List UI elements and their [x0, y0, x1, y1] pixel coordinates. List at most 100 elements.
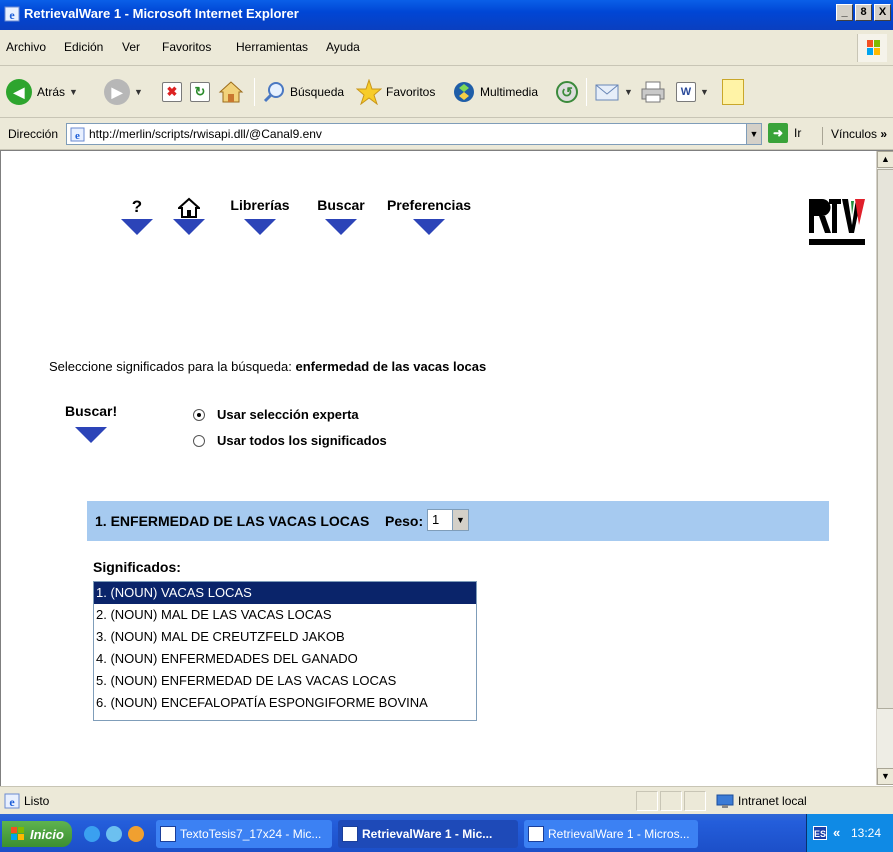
windows-logo-icon	[11, 827, 24, 840]
radio-expert-label: Usar selección experta	[217, 407, 359, 422]
menu-favoritos[interactable]: Favoritos	[162, 40, 211, 54]
list-item[interactable]: 5. (NOUN) ENFERMEDAD DE LAS VACAS LOCAS	[94, 670, 476, 692]
history-icon: ↺	[556, 81, 578, 103]
mail-icon	[595, 84, 619, 101]
print-button[interactable]	[640, 77, 666, 107]
term-header: 1. ENFERMEDAD DE LAS VACAS LOCAS Peso: 1…	[87, 501, 829, 541]
list-item[interactable]: 4. (NOUN) ENFERMEDADES DEL GANADO	[94, 648, 476, 670]
star-icon	[356, 79, 382, 105]
nav-arrow-icon	[325, 219, 357, 235]
mail-button[interactable]: ▼	[594, 77, 633, 107]
word-icon	[160, 826, 176, 842]
list-item[interactable]: 6. (NOUN) ENCEFALOPATÍA ESPONGIFORME BOV…	[94, 692, 476, 714]
ie-icon: e	[4, 6, 20, 22]
svg-text:e: e	[9, 8, 15, 22]
outlook-quicklaunch-icon[interactable]	[106, 826, 122, 842]
media-player-quicklaunch-icon[interactable]	[128, 826, 144, 842]
favorites-button[interactable]: Favoritos	[356, 77, 435, 107]
peso-select[interactable]: 1 ▼	[427, 509, 469, 531]
home-button[interactable]	[218, 77, 244, 107]
list-item[interactable]: 2. (NOUN) MAL DE LAS VACAS LOCAS	[94, 604, 476, 626]
nav-libraries[interactable]: Librerías	[227, 197, 293, 235]
search-label: Búsqueda	[290, 85, 345, 99]
nav-search[interactable]: Buscar	[313, 197, 369, 235]
nav-preferences[interactable]: Preferencias	[381, 197, 477, 235]
scroll-up-button[interactable]: ▲	[877, 151, 893, 168]
messenger-button[interactable]	[722, 77, 744, 107]
menu-archivo[interactable]: Archivo	[6, 40, 46, 54]
stop-button[interactable]: ✖	[162, 77, 182, 107]
maximize-button[interactable]: 8	[855, 4, 872, 21]
peso-label: Peso:	[385, 513, 424, 529]
radio-all-label: Usar todos los significados	[217, 433, 387, 448]
refresh-icon: ↻	[190, 82, 210, 102]
nav-help[interactable]: ?	[117, 197, 157, 235]
list-item[interactable]: 3. (NOUN) MAL DE CREUTZFELD JAKOB	[94, 626, 476, 648]
note-icon	[722, 79, 744, 105]
search-button[interactable]: Búsqueda	[262, 77, 344, 107]
radio-unchecked-icon	[193, 434, 205, 447]
nav-arrow-icon	[173, 219, 205, 235]
list-item[interactable]: 1. (NOUN) VACAS LOCAS	[94, 582, 476, 604]
forward-arrow-icon: ▶	[104, 79, 130, 105]
nav-home[interactable]	[169, 197, 209, 235]
nav-preferences-label: Preferencias	[386, 197, 472, 213]
vertical-scrollbar[interactable]: ▲ ▼	[876, 151, 893, 785]
media-button[interactable]: Multimedia	[452, 77, 538, 107]
home-icon	[169, 197, 209, 219]
peso-value: 1	[432, 512, 440, 527]
clock: 13:24	[851, 826, 882, 840]
buscar-arrow-icon	[75, 427, 108, 443]
menu-herramientas[interactable]: Herramientas	[236, 40, 308, 54]
language-indicator[interactable]: ES	[813, 826, 827, 840]
ie-icon	[342, 826, 358, 842]
go-arrow-icon: ➜	[768, 123, 788, 143]
refresh-button[interactable]: ↻	[190, 77, 210, 107]
history-button[interactable]: ↺	[556, 77, 578, 107]
radio-all-meanings[interactable]: Usar todos los significados	[193, 433, 387, 448]
search-prompt: Seleccione significados para la búsqueda…	[49, 359, 486, 374]
taskbar: Inicio TextoTesis7_17x24 - Mic... Retrie…	[0, 814, 893, 852]
start-button[interactable]: Inicio	[2, 821, 72, 847]
radio-checked-icon	[193, 408, 205, 421]
menu-ayuda[interactable]: Ayuda	[326, 40, 360, 54]
scroll-down-button[interactable]: ▼	[877, 768, 893, 785]
prompt-query: enfermedad de las vacas locas	[295, 359, 487, 374]
window-title: RetrievalWare 1 - Microsoft Internet Exp…	[24, 6, 299, 21]
ie-icon	[528, 826, 544, 842]
buscar-button[interactable]: Buscar!	[65, 403, 117, 443]
toolbar: ◀ Atrás ▼ ▶ ▼ ✖ ↻ Búsqueda Favoritos Mul…	[0, 66, 893, 118]
prompt-label: Seleccione significados para la búsqueda…	[49, 359, 292, 374]
task-button-ie-active[interactable]: RetrievalWare 1 - Mic...	[338, 820, 518, 848]
tray-expand-button[interactable]: «	[833, 825, 840, 840]
nav-arrow-icon	[413, 219, 445, 235]
minimize-button[interactable]: _	[836, 4, 853, 21]
menu-edicion[interactable]: Edición	[64, 40, 103, 54]
nav-arrow-icon	[244, 219, 276, 235]
radio-expert-selection[interactable]: Usar selección experta	[193, 407, 359, 422]
ie-quicklaunch-icon[interactable]	[84, 826, 100, 842]
close-button[interactable]: X	[874, 4, 891, 21]
significados-listbox[interactable]: 1. (NOUN) VACAS LOCAS 2. (NOUN) MAL DE L…	[93, 581, 477, 721]
go-button[interactable]: ➜ Ir	[768, 123, 801, 143]
title-bar: e RetrievalWare 1 - Microsoft Internet E…	[0, 0, 893, 30]
address-label: Dirección	[8, 127, 59, 141]
chevron-down-icon: ▼	[700, 87, 709, 97]
address-dropdown-button[interactable]: ▼	[746, 124, 761, 144]
media-label: Multimedia	[480, 85, 539, 99]
links-button[interactable]: Vínculos »	[822, 127, 887, 145]
task-button-ie[interactable]: RetrievalWare 1 - Micros...	[524, 820, 698, 848]
nav-arrow-icon	[121, 219, 153, 235]
home-icon	[218, 81, 244, 103]
chevron-down-icon: ▼	[134, 87, 143, 97]
scroll-thumb[interactable]	[877, 169, 893, 709]
back-button[interactable]: ◀ Atrás ▼	[6, 77, 78, 107]
menu-ver[interactable]: Ver	[122, 40, 140, 54]
edit-button[interactable]: W ▼	[676, 77, 709, 107]
address-url: http://merlin/scripts/rwisapi.dll/@Canal…	[89, 127, 322, 141]
task-button-word[interactable]: TextoTesis7_17x24 - Mic...	[156, 820, 332, 848]
address-input[interactable]: e http://merlin/scripts/rwisapi.dll/@Can…	[66, 123, 762, 145]
buscar-label: Buscar!	[65, 403, 118, 419]
security-zone: Intranet local	[716, 793, 807, 809]
forward-button[interactable]: ▶ ▼	[104, 77, 143, 107]
